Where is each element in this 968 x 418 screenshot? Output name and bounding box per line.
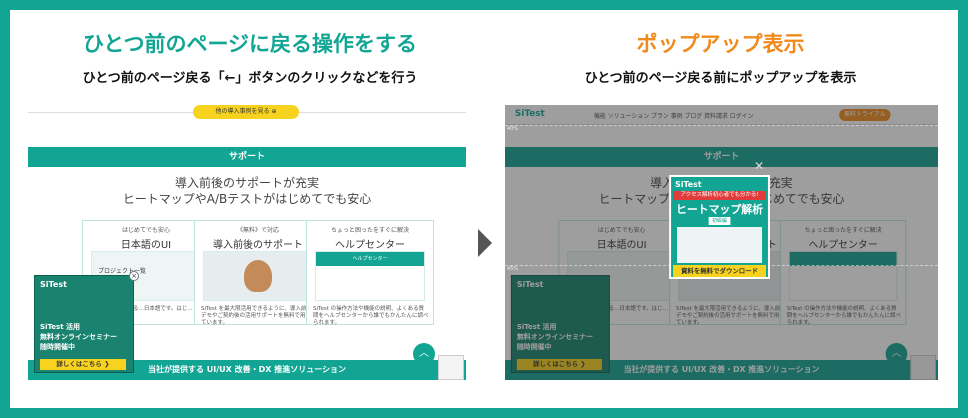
section-heading: 導入前後のサポートが充実 ヒートマップやA/Bテストがはじめてでも安心 bbox=[28, 175, 466, 207]
card-image-person bbox=[203, 251, 313, 301]
banner-logo: SiTest bbox=[40, 280, 67, 289]
popup-tagline: アクセス解析初心者でも分かる! bbox=[673, 191, 766, 200]
popup-logo: SiTest bbox=[675, 180, 702, 189]
popup-level-badge: 初級編 bbox=[708, 217, 731, 225]
popup-title: ヒートマップ解析 bbox=[676, 203, 764, 216]
section-bar: サポート bbox=[28, 147, 466, 167]
popup-close-icon[interactable]: ✕ bbox=[754, 159, 764, 173]
card-title: ヘルプセンター bbox=[335, 240, 405, 251]
popup-download-button[interactable]: 資料を無料でダウンロード bbox=[673, 265, 766, 277]
exit-popup[interactable]: SiTest アクセス解析初心者でも分かる! ヒートマップ解析 初級編 資料を無… bbox=[669, 175, 770, 279]
next-arrow-icon bbox=[478, 229, 492, 257]
banner-close-icon[interactable]: × bbox=[129, 271, 139, 281]
banner-details-button[interactable]: 詳しくはこちら ❯ bbox=[40, 359, 126, 370]
card-desc: SiTest を最大限活用できるように、導入前のデモやご契約後の活用サポートを無… bbox=[201, 306, 317, 326]
left-title: ひとつ前のページに戻る操作をする bbox=[82, 32, 418, 56]
card-image-help: ヘルプセンター bbox=[315, 251, 425, 301]
card-small: ちょっと困ったをすぐに解決 bbox=[330, 227, 409, 234]
banner-line-2: 無料オンラインセミナー bbox=[40, 333, 117, 341]
heading-line-1: 導入前後のサポートが充実 bbox=[174, 176, 319, 190]
popup-document-image bbox=[677, 227, 763, 263]
right-screenshot: SiTest 機能 ソリューション プラン 事例 ブログ 資料請求 ログイン 無… bbox=[505, 105, 938, 380]
left-screenshot: 他の導入事例を見る ⊕ サポート 導入前後のサポートが充実 ヒートマップやA/B… bbox=[28, 105, 466, 380]
seminar-banner[interactable]: SiTest SiTest 活用 無料オンラインセミナー 随時開催中 詳しくはこ… bbox=[34, 275, 134, 373]
right-title: ポップアップ表示 bbox=[636, 32, 805, 56]
scroll-marker-label: 40% bbox=[506, 126, 518, 132]
scroll-marker-line bbox=[505, 125, 938, 126]
right-subtitle: ひとつ前のページ戻る前にポップアップを表示 bbox=[584, 71, 857, 86]
left-subtitle: ひとつ前のページ戻る「←」ボタンのクリックなどを行う bbox=[82, 71, 418, 86]
banner-text: SiTest 活用 無料オンラインセミナー 随時開催中 bbox=[40, 322, 117, 352]
project-label: プロジェクト一覧 bbox=[98, 268, 147, 275]
card-small: 《無料》で対応 bbox=[236, 227, 279, 234]
scroll-top-icon[interactable]: ︿ bbox=[413, 343, 435, 365]
help-center-header: ヘルプセンター bbox=[316, 252, 424, 266]
card-title: 導入前後のサポート bbox=[213, 240, 303, 251]
card-support: 《無料》で対応 導入前後のサポート SiTest を最大限活用できるように、導入… bbox=[194, 220, 322, 326]
card-help: ちょっと困ったをすぐに解決 ヘルプセンター ヘルプセンター SiTest の操作… bbox=[306, 220, 434, 326]
card-small: はじめてでも安心 bbox=[121, 227, 170, 234]
card-title: 日本語のUI bbox=[120, 240, 172, 251]
case-study-button[interactable]: 他の導入事例を見る ⊕ bbox=[193, 105, 299, 119]
banner-line-1: SiTest 活用 bbox=[40, 323, 80, 331]
person-icon bbox=[244, 260, 272, 292]
scroll-marker-label: 45% bbox=[506, 266, 518, 272]
heading-line-2: ヒートマップやA/Bテストがはじめてでも安心 bbox=[122, 192, 372, 206]
recaptcha-icon bbox=[438, 355, 464, 380]
banner-line-3: 随時開催中 bbox=[40, 343, 75, 351]
card-desc: SiTest の操作方法や機能の説明、よくある質問をヘルプセンターから誰でもかん… bbox=[313, 306, 429, 326]
